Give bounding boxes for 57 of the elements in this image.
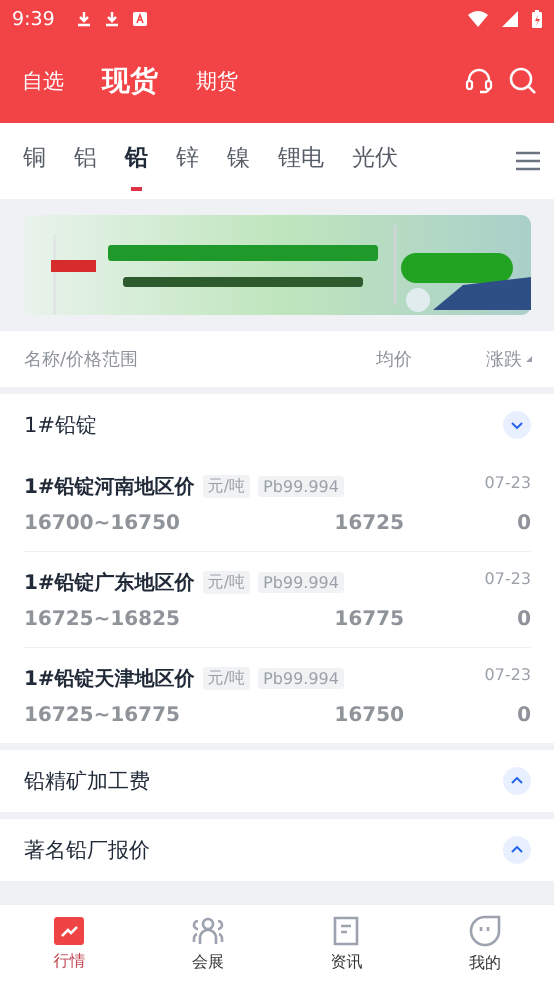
grade-tag: Pb99.994 — [258, 476, 344, 497]
download-icon — [104, 11, 119, 27]
header-tab[interactable]: 期货 — [184, 66, 250, 94]
price-range: 16700~16750 — [24, 510, 181, 534]
nav-tab[interactable]: 行情 — [0, 905, 138, 984]
price-change: 0 — [516, 606, 531, 630]
metal-tab[interactable]: 铅 — [114, 132, 159, 190]
unit-tag: 元/吨 — [202, 571, 250, 594]
metal-tab[interactable]: 铜 — [12, 132, 57, 190]
group-title: 著名铅厂报价 — [24, 837, 150, 864]
header-tab[interactable]: 现货 — [90, 62, 170, 100]
trend-icon — [54, 917, 84, 945]
status-time: 9:39 — [12, 8, 55, 30]
document-icon — [333, 916, 360, 946]
price-name[interactable]: 1#铅锭广东地区价 — [24, 569, 195, 596]
chevron-down-icon[interactable] — [503, 411, 531, 439]
price-range: 16725~16825 — [24, 606, 181, 630]
metal-tab[interactable]: 锌 — [165, 132, 210, 190]
price-date: 07-23 — [484, 473, 531, 492]
signal-icon — [502, 11, 518, 27]
price-date: 07-23 — [484, 569, 531, 588]
price-change: 0 — [516, 702, 531, 726]
column-header: 均价 — [376, 348, 412, 371]
price-date: 07-23 — [484, 665, 531, 684]
people-icon — [192, 916, 224, 946]
header-tab[interactable]: 自选 — [10, 66, 76, 94]
battery-icon — [532, 10, 542, 28]
price-name[interactable]: 1#铅锭天津地区价 — [24, 665, 195, 692]
search-icon[interactable] — [508, 66, 538, 96]
metal-tab[interactable]: 铝 — [63, 132, 108, 190]
menu-icon[interactable] — [516, 151, 540, 171]
nav-tab[interactable]: 资讯 — [277, 905, 416, 984]
app-icon — [132, 12, 147, 26]
average-price: 16775 — [333, 606, 404, 630]
grade-tag: Pb99.994 — [258, 668, 344, 689]
column-header: 名称/价格范围 — [24, 348, 138, 371]
group-title: 铅精矿加工费 — [24, 768, 150, 795]
chevron-up-icon[interactable] — [503, 767, 531, 795]
nav-tab[interactable]: 会展 — [138, 905, 277, 984]
metal-tab[interactable]: 镍 — [216, 132, 261, 190]
average-price: 16725 — [333, 510, 404, 534]
metal-tab[interactable]: 锂电 — [267, 132, 335, 190]
unit-tag: 元/吨 — [202, 667, 250, 690]
average-price: 16750 — [333, 702, 404, 726]
group-title: 1#铅锭 — [24, 412, 97, 439]
nav-tab[interactable]: 我的 — [416, 905, 554, 984]
grade-tag: Pb99.994 — [258, 572, 344, 593]
price-change: 0 — [516, 510, 531, 534]
face-bubble-icon — [468, 915, 501, 947]
wifi-icon — [468, 11, 488, 27]
unit-tag: 元/吨 — [202, 475, 250, 498]
price-name[interactable]: 1#铅锭河南地区价 — [24, 473, 195, 500]
download-icon — [76, 11, 91, 27]
metal-tab[interactable]: 光伏 — [341, 132, 409, 190]
chevron-up-icon[interactable] — [503, 836, 531, 864]
price-range: 16725~16775 — [24, 702, 181, 726]
headset-icon[interactable] — [464, 66, 494, 94]
